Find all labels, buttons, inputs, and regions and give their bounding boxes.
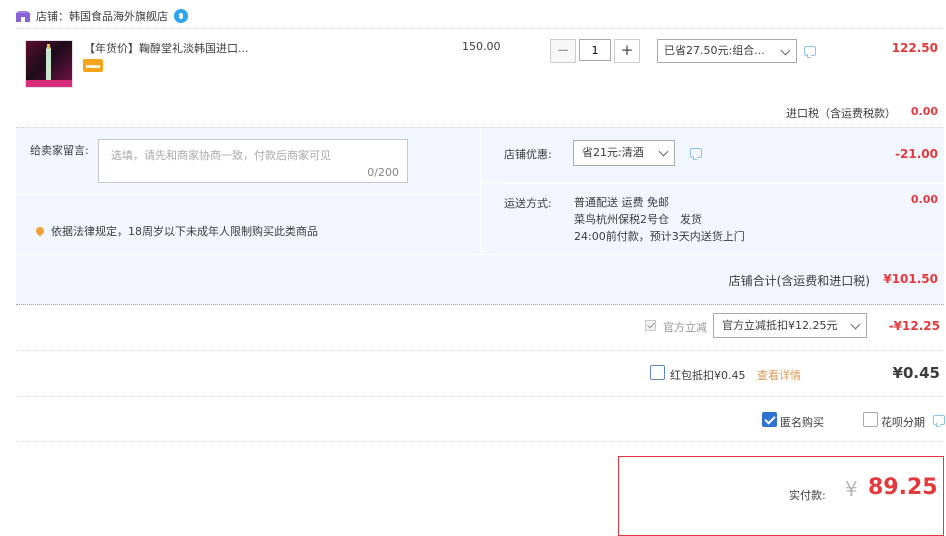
bottle-cap	[47, 44, 50, 49]
shipping-warehouse: 菜鸟杭州保税2号仓 发货	[574, 213, 702, 226]
shop-promo-select[interactable]: 省21元:清酒	[573, 140, 675, 166]
age-restriction-text: 依据法律规定，18周岁以下未成年人限制购买此类商品	[51, 225, 318, 238]
shipping-label: 运送方式:	[504, 197, 552, 210]
total-payment-label: 实付款:	[789, 489, 826, 502]
shipping-eta: 24:00前付款，预计3天内送货上门	[574, 230, 745, 243]
shop-promo-value: -21.00	[895, 147, 938, 161]
quantity-stepper: − +	[550, 39, 640, 63]
shop-promo-select-value: 省21元:清酒	[582, 146, 644, 159]
panel-divider	[480, 128, 481, 254]
official-discount-checkbox[interactable]	[645, 320, 656, 331]
shop-promo-label: 店铺优惠:	[504, 148, 552, 161]
memo-textarea[interactable]: 选填，请先和商家协商一致，付款后商家可见 0/200	[98, 139, 408, 183]
row-divider	[16, 441, 944, 443]
chevron-down-icon	[658, 146, 669, 157]
quantity-input[interactable]	[579, 39, 611, 61]
official-discount-select-value: 官方立减抵扣¥12.25元	[722, 319, 838, 332]
item-promo-select[interactable]: 已省27.50元:组合...	[657, 39, 797, 63]
import-tax-label: 进口税（含运费税款）	[786, 107, 896, 120]
huabei-installment-checkbox[interactable]	[863, 412, 878, 427]
item-promo-select-value: 已省27.50元:组合...	[664, 44, 765, 57]
memo-placeholder: 选填，请先和商家协商一致，付款后商家可见	[111, 149, 331, 162]
total-payment-value: 89.25	[868, 475, 938, 500]
message-icon[interactable]	[804, 46, 816, 58]
unit-price: 150.00	[462, 40, 501, 53]
official-discount-label: 官方立减	[663, 321, 707, 334]
shop-header: 店铺：韩国食品海外旗舰店	[16, 6, 188, 26]
shipping-method: 普通配送 运费 免邮	[574, 196, 669, 209]
quantity-minus-button[interactable]: −	[550, 39, 576, 63]
shop-total-value: ¥101.50	[883, 272, 938, 286]
red-packet-label: 红包抵扣¥0.45	[670, 369, 746, 382]
panel-divider	[481, 183, 944, 184]
red-packet-checkbox[interactable]	[650, 365, 665, 380]
item-subtotal: 122.50	[891, 41, 938, 55]
chevron-down-icon	[850, 319, 861, 330]
official-discount-value: -¥12.25	[888, 319, 940, 333]
product-title[interactable]: 【年货价】鞠醇堂礼淡韩国进口...	[84, 40, 284, 56]
chevron-down-icon	[780, 45, 791, 56]
thumbnail-stripe	[26, 80, 72, 87]
order-info-panel: 给卖家留言: 选填，请先和商家协商一致，付款后商家可见 0/200 依据法律规定…	[16, 127, 944, 305]
message-icon[interactable]	[690, 148, 702, 160]
quantity-plus-button[interactable]: +	[614, 39, 640, 63]
location-pin-icon	[34, 225, 46, 237]
card-payment-icon	[83, 59, 103, 72]
memo-char-count: 0/200	[367, 166, 399, 179]
official-discount-select[interactable]: 官方立减抵扣¥12.25元	[713, 313, 867, 338]
cart-item-row: 【年货价】鞠醇堂礼淡韩国进口... 150.00 − + 已省27.50元:组合…	[16, 28, 944, 127]
total-payment-box: 实付款: ¥ 89.25	[618, 456, 944, 536]
message-icon[interactable]	[933, 415, 945, 427]
huabei-installment-label[interactable]: 花呗分期	[881, 414, 925, 430]
panel-divider	[16, 194, 480, 195]
bottle-image	[46, 47, 51, 81]
shop-name[interactable]: 店铺：韩国食品海外旗舰店	[36, 8, 168, 24]
shipping-details: 普通配送 运费 免邮 菜鸟杭州保税2号仓 发货 24:00前付款，预计3天内送货…	[574, 194, 745, 245]
red-packet-detail-link[interactable]: 查看详情	[757, 367, 801, 383]
age-restriction-note: 依据法律规定，18周岁以下未成年人限制购买此类商品	[34, 223, 318, 239]
shipping-fee: 0.00	[910, 193, 938, 206]
wangwang-chat-icon[interactable]	[174, 9, 188, 23]
row-divider	[16, 396, 944, 398]
total-currency-symbol: ¥	[845, 477, 858, 501]
shop-total-label: 店铺合计(含运费和进口税)	[728, 274, 870, 288]
red-packet-value: ¥0.45	[892, 364, 940, 382]
row-divider	[16, 350, 944, 352]
import-tax-value: 0.00	[910, 105, 938, 118]
anonymous-purchase-checkbox[interactable]	[762, 412, 777, 427]
anonymous-purchase-label[interactable]: 匿名购买	[780, 414, 824, 430]
shop-icon	[16, 10, 30, 22]
panel-divider	[16, 254, 944, 255]
product-thumbnail[interactable]	[25, 40, 73, 88]
memo-label: 给卖家留言:	[30, 144, 89, 157]
